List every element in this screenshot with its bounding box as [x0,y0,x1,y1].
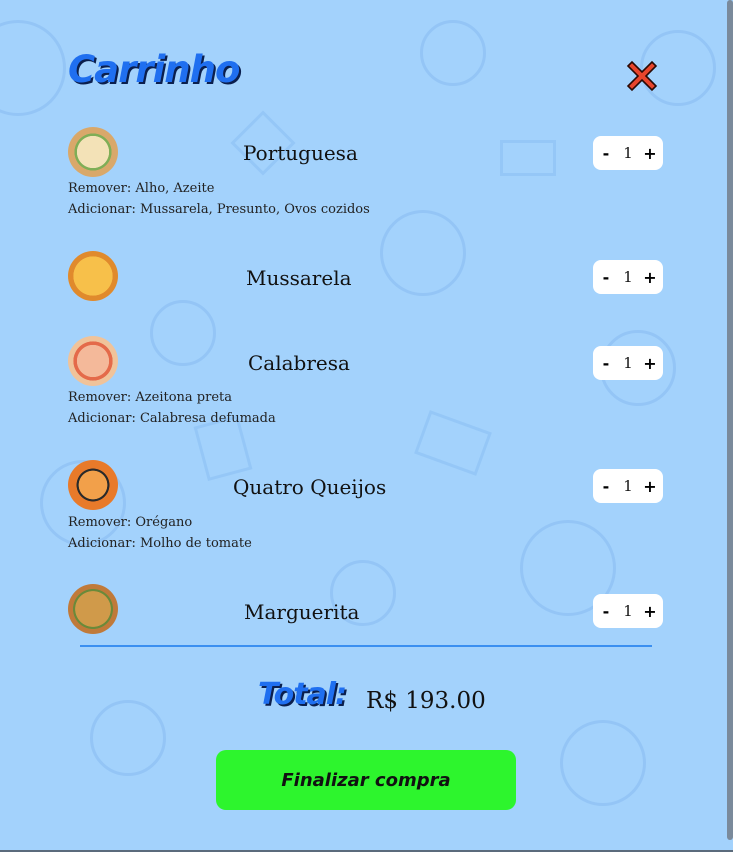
increment-button[interactable]: + [643,602,657,621]
quantity-stepper: - 1 + [593,346,663,380]
item-name: Quatro Queijos [233,475,387,499]
quantity-value: 1 [623,268,633,286]
add-note: Adicionar: Mussarela, Presunto, Ovos coz… [68,202,370,217]
cart-title: Carrinho [68,48,240,91]
remove-note: Remover: Azeitona preta [68,390,232,405]
decrement-button[interactable]: - [599,602,613,621]
quantity-value: 1 [623,354,633,372]
item-name: Marguerita [244,600,360,624]
quantity-value: 1 [623,477,633,495]
decrement-button[interactable]: - [599,477,613,496]
decrement-button[interactable]: - [599,354,613,373]
pizza-thumbnail [68,336,118,386]
close-x-icon [626,60,658,92]
quantity-stepper: - 1 + [593,136,663,170]
add-note: Adicionar: Calabresa defumada [68,411,276,426]
remove-note: Remover: Alho, Azeite [68,181,215,196]
increment-button[interactable]: + [643,477,657,496]
add-note: Adicionar: Molho de tomate [68,536,252,551]
increment-button[interactable]: + [643,268,657,287]
pizza-thumbnail [68,251,118,301]
decrement-button[interactable]: - [599,144,613,163]
item-name: Mussarela [246,266,352,290]
close-button[interactable] [622,56,662,96]
divider [80,645,652,647]
decrement-button[interactable]: - [599,268,613,287]
quantity-stepper: - 1 + [593,594,663,628]
total-value: R$ 193.00 [366,688,486,714]
quantity-stepper: - 1 + [593,469,663,503]
checkout-button[interactable]: Finalizar compra [216,750,516,810]
quantity-value: 1 [623,602,633,620]
pizza-thumbnail [68,584,118,634]
remove-note: Remover: Orégano [68,515,193,530]
pizza-thumbnail [68,127,118,177]
pizza-thumbnail [68,460,118,510]
quantity-value: 1 [623,144,633,162]
item-name: Portuguesa [243,141,358,165]
quantity-stepper: - 1 + [593,260,663,294]
increment-button[interactable]: + [643,144,657,163]
doodle-background [0,0,733,852]
total-label: Total: [258,677,347,712]
increment-button[interactable]: + [643,354,657,373]
item-name: Calabresa [248,351,350,375]
scrollbar-thumb[interactable] [727,0,733,840]
